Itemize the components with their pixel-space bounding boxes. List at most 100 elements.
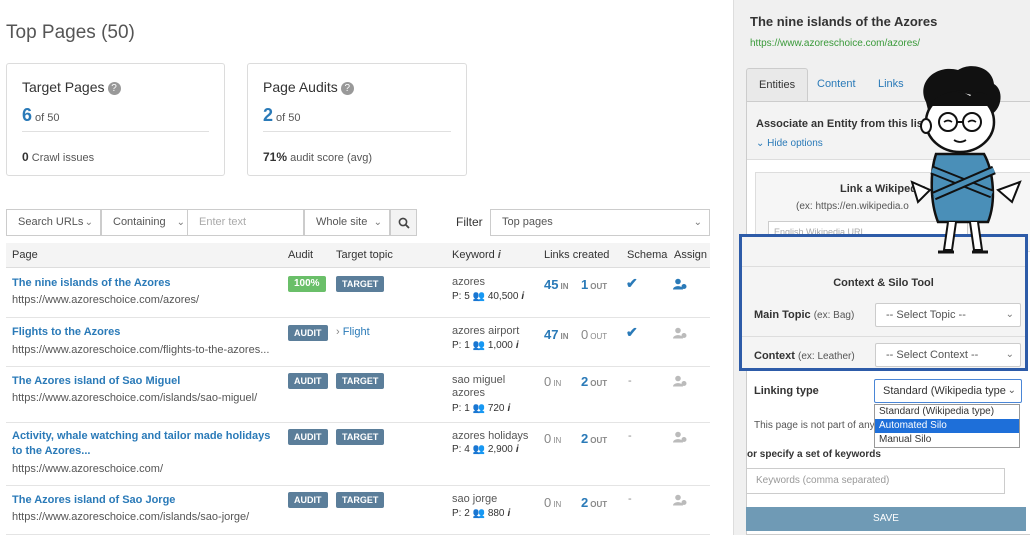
filter-label: Filter — [456, 215, 483, 229]
main-topic-select[interactable]: -- Select Topic -- ⌄ — [875, 303, 1021, 327]
tab-content[interactable]: Content — [805, 68, 868, 101]
info-icon[interactable]: i — [508, 508, 511, 519]
table-row: Activity, whale watching and tailor made… — [6, 423, 710, 486]
page-url: https://www.azoreschoice.com/islands/sao… — [12, 511, 250, 523]
help-icon[interactable]: ? — [340, 82, 354, 95]
audit-score: 71% audit score (avg) — [263, 150, 373, 164]
audit-button[interactable]: AUDIT — [288, 492, 328, 508]
save-button[interactable]: SAVE — [746, 507, 1026, 531]
keyword: sao miguel azores — [452, 374, 506, 399]
links-in[interactable]: 0 IN — [544, 495, 561, 510]
info-icon[interactable]: i — [516, 340, 519, 351]
users-icon: 👥 — [472, 340, 486, 351]
target-badge[interactable]: TARGET — [336, 276, 385, 292]
links-in[interactable]: 0 IN — [544, 431, 561, 446]
links-out[interactable]: 1 OUT — [581, 277, 607, 292]
page-audits-card: Page Audits? 2 of 50 71% audit score (avg… — [247, 63, 467, 176]
assign-user-icon[interactable] — [673, 375, 687, 387]
help-icon[interactable]: ? — [107, 82, 121, 95]
match-type-select[interactable]: Containing ⌄ — [101, 209, 193, 236]
page-title-link[interactable]: The Azores island of Sao Miguel — [12, 374, 282, 389]
links-out[interactable]: 2 OUT — [581, 431, 607, 446]
users-icon: 👥 — [472, 508, 486, 519]
audit-button[interactable]: AUDIT — [288, 429, 328, 445]
info-icon: i — [497, 249, 501, 261]
search-text-input[interactable]: Enter text — [187, 209, 304, 236]
chevron-down-icon: ⌄ — [693, 217, 702, 228]
audit-button[interactable]: AUDIT — [288, 373, 328, 389]
header-links-created[interactable]: Links created — [544, 249, 609, 261]
option-manual-silo[interactable]: Manual Silo — [875, 433, 1019, 447]
chevron-down-icon: ⌄ — [1005, 349, 1014, 360]
info-icon[interactable]: i — [516, 444, 519, 455]
links-out[interactable]: 2 OUT — [581, 374, 607, 389]
silo-tool-title: Context & Silo Tool — [833, 277, 934, 289]
page-url: https://www.azoreschoice.com/ — [12, 463, 164, 475]
table-row: The nine islands of the Azores https://w… — [6, 268, 710, 318]
linking-type-select[interactable]: Standard (Wikipedia type) ⌄ — [874, 379, 1022, 403]
header-assign[interactable]: Assign — [674, 249, 707, 261]
divider — [742, 266, 1025, 267]
keyword: azores holidays — [452, 430, 529, 442]
page-title-link[interactable]: The nine islands of the Azores — [12, 276, 282, 291]
links-in[interactable]: 47 IN — [544, 327, 568, 342]
filter-select[interactable]: Top pages ⌄ — [490, 209, 710, 236]
assign-user-icon[interactable] — [673, 494, 687, 506]
table-row: The Azores island of Sao Jorge https://w… — [6, 486, 710, 535]
info-icon[interactable]: i — [521, 291, 524, 302]
keyword-meta: P: 4 👥 2,900 i — [452, 444, 519, 455]
search-type-select[interactable]: Search URLs ⌄ — [6, 209, 101, 236]
keyword: sao jorge — [452, 493, 498, 505]
divider — [742, 336, 1025, 337]
search-icon — [398, 217, 410, 229]
header-page[interactable]: Page — [12, 249, 38, 261]
table-row: The Azores island of Sao Miguel https://… — [6, 367, 710, 423]
divider — [263, 131, 451, 132]
context-label: Context (ex: Leather) — [754, 350, 855, 362]
assign-user-icon[interactable] — [673, 278, 687, 290]
links-out[interactable]: 0 OUT — [581, 327, 607, 342]
audit-button[interactable]: AUDIT — [288, 325, 328, 341]
context-select[interactable]: -- Select Context -- ⌄ — [875, 343, 1021, 367]
check-icon: ✔ — [626, 275, 638, 291]
links-out[interactable]: 2 OUT — [581, 495, 607, 510]
divider — [22, 131, 209, 132]
tab-entities[interactable]: Entities — [746, 68, 809, 101]
page-url: https://www.azoreschoice.com/islands/sao… — [12, 392, 258, 404]
target-badge[interactable]: TARGET — [336, 373, 385, 389]
page-title-link[interactable]: Flights to the Azores — [12, 325, 282, 340]
header-audit[interactable]: Audit — [288, 249, 313, 261]
option-standard[interactable]: Standard (Wikipedia type) — [875, 405, 1019, 419]
page-title-link[interactable]: The Azores island of Sao Jorge — [12, 493, 282, 508]
panel-url[interactable]: https://www.azoreschoice.com/azores/ — [750, 38, 920, 49]
chevron-down-icon: ⌄ — [176, 217, 185, 228]
chevron-right-icon: › — [336, 326, 340, 338]
assign-user-icon[interactable] — [673, 431, 687, 443]
assign-user-icon[interactable] — [673, 327, 687, 339]
links-in[interactable]: 0 IN — [544, 374, 561, 389]
info-icon[interactable]: i — [508, 403, 511, 414]
specify-keywords-label: or specify a set of keywords — [747, 449, 881, 460]
search-button[interactable] — [390, 209, 417, 236]
page-title: Top Pages (50) — [6, 22, 135, 43]
main-topic-label: Main Topic (ex: Bag) — [754, 309, 855, 321]
keywords-input[interactable]: Keywords (comma separated) — [746, 468, 1005, 494]
target-badge[interactable]: TARGET — [336, 429, 385, 445]
scope-select[interactable]: Whole site ⌄ — [304, 209, 390, 236]
hide-options-link[interactable]: ⌄ Hide options — [756, 138, 823, 149]
header-keyword[interactable]: Keyword i — [452, 249, 501, 261]
chevron-down-icon: ⌄ — [84, 217, 93, 228]
target-badge[interactable]: TARGET — [336, 492, 385, 508]
schema-empty: - — [628, 430, 632, 442]
target-topic-link[interactable]: › Flight — [336, 326, 370, 338]
header-schema[interactable]: Schema — [627, 249, 667, 261]
page-title-link[interactable]: Activity, whale watching and tailor made… — [12, 429, 282, 459]
header-target-topic[interactable]: Target topic — [336, 249, 393, 261]
cartoon-character-illustration — [910, 66, 1022, 254]
option-automated-silo[interactable]: Automated Silo — [875, 419, 1019, 433]
panel-title: The nine islands of the Azores — [750, 14, 938, 29]
keyword-meta: P: 1 👥 720 i — [452, 403, 511, 414]
audit-score-badge[interactable]: 100% — [288, 276, 326, 292]
page-url: https://www.azoreschoice.com/azores/ — [12, 294, 200, 306]
links-in[interactable]: 45 IN — [544, 277, 568, 292]
